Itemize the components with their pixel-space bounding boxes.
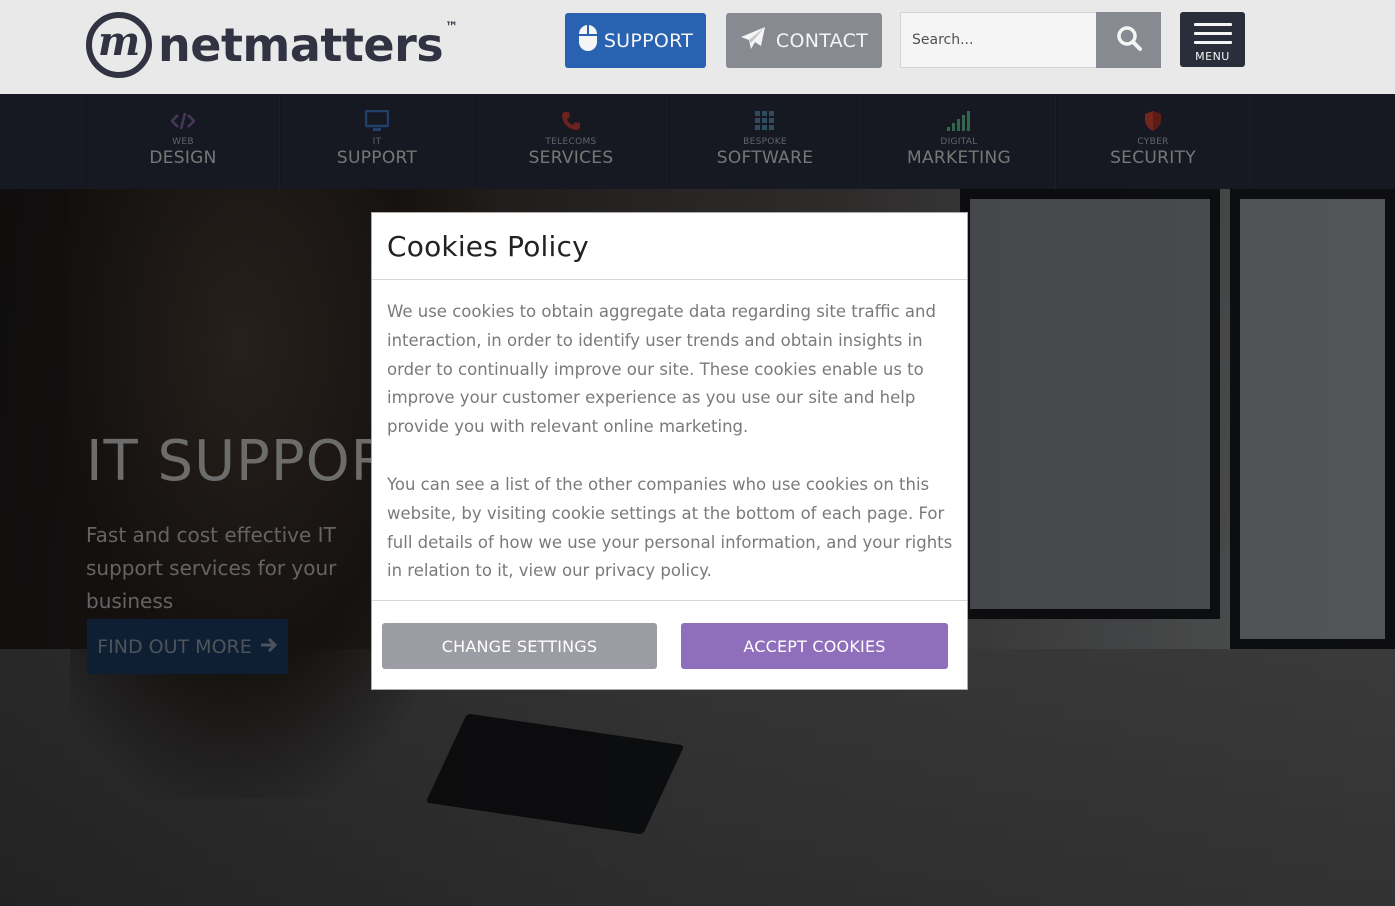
modal-body: We use cookies to obtain aggregate data … (372, 280, 967, 601)
cookie-policy-text: You can see a list of the other companie… (387, 474, 953, 581)
modal-footer: CHANGE SETTINGS ACCEPT COOKIES (372, 601, 967, 689)
accept-cookies-button[interactable]: ACCEPT COOKIES (681, 623, 948, 669)
cookies-modal: Cookies Policy We use cookies to obtain … (371, 212, 968, 690)
header-dim-overlay (0, 0, 1395, 94)
modal-title: Cookies Policy (387, 230, 589, 263)
change-settings-button[interactable]: CHANGE SETTINGS (382, 623, 657, 669)
modal-header: Cookies Policy (372, 213, 967, 280)
cookie-policy-text: We use cookies to obtain aggregate data … (387, 302, 936, 437)
